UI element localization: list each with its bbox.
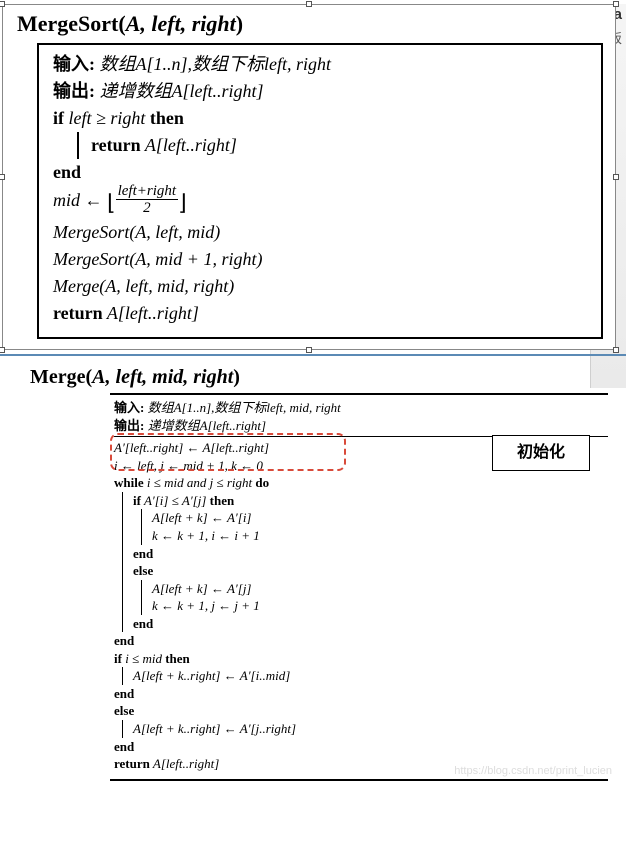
resize-handle-icon[interactable] [306, 347, 312, 353]
init-highlight-box [110, 433, 346, 471]
resize-handle-icon[interactable] [613, 1, 619, 7]
call-merge: Merge(A, left, mid, right) [53, 273, 591, 300]
mergesort-block: MergeSort(A, left, right) 输入: 数组A[1..n],… [2, 4, 616, 350]
separator-line [0, 354, 626, 356]
merge-title: Merge(A, left, mid, right) [0, 358, 626, 393]
resize-handle-icon[interactable] [0, 347, 5, 353]
init-annotation: 初始化 [492, 435, 590, 471]
merge-block: Merge(A, left, mid, right) 输入: 数组A[1..n]… [0, 358, 626, 780]
resize-handle-icon[interactable] [613, 174, 619, 180]
resize-handle-icon[interactable] [306, 1, 312, 7]
mergesort-title: MergeSort(A, left, right) [3, 5, 615, 41]
call-mergesort-left: MergeSort(A, left, mid) [53, 219, 591, 246]
call-mergesort-right: MergeSort(A, mid + 1, right) [53, 246, 591, 273]
watermark-text: https://blog.csdn.net/print_lucien [454, 765, 612, 777]
merge-pseudocode: 输入: 数组A[1..n],数组下标left, mid, right 输出: 递… [110, 393, 608, 780]
resize-handle-icon[interactable] [0, 174, 5, 180]
resize-handle-icon[interactable] [613, 347, 619, 353]
resize-handle-icon[interactable] [0, 1, 5, 7]
mergesort-pseudocode: 输入: 数组A[1..n],数组下标left, right 输出: 递增数组A[… [37, 43, 603, 339]
